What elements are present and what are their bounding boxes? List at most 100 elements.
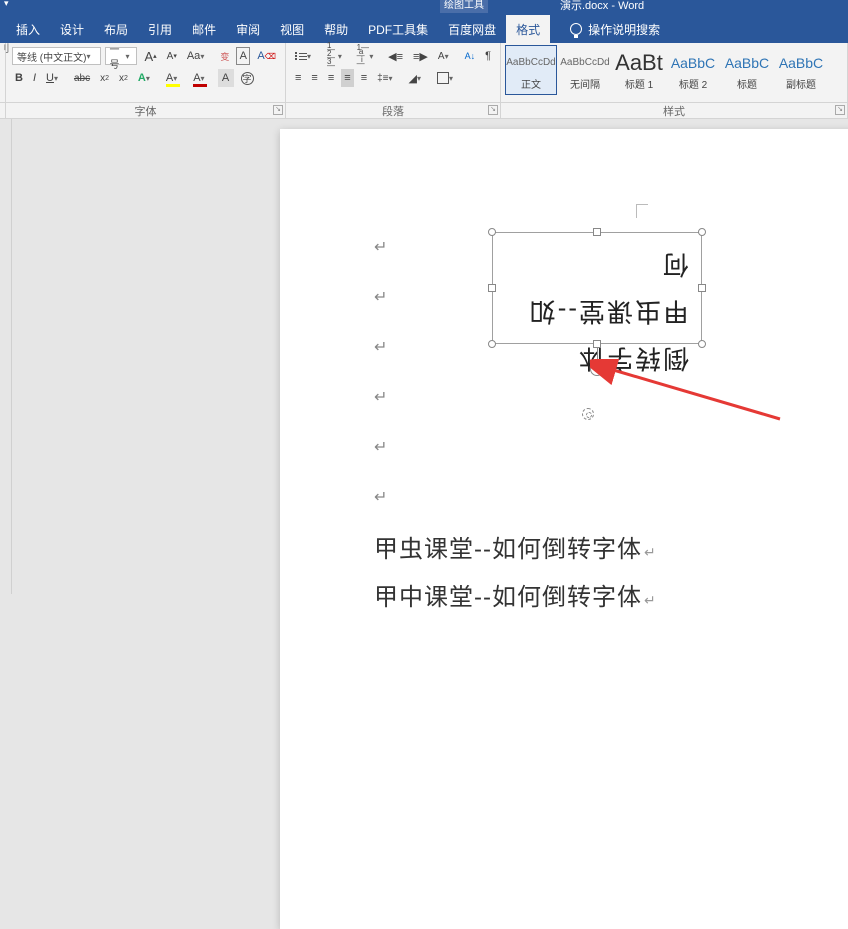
phonetic-guide-button[interactable]: 变 [217, 47, 232, 65]
bold-button[interactable]: B [12, 69, 26, 87]
asian-layout-button[interactable]: A▾ [435, 47, 458, 65]
resize-handle-se[interactable] [698, 340, 706, 348]
decrease-indent-button[interactable]: ◀≡ [385, 47, 406, 65]
group-labels: 字体↘ 段落↘ 样式↘ [0, 103, 848, 119]
style-no-spacing[interactable]: AaBbCcDd 无间隔 [559, 45, 611, 95]
tab-design[interactable]: 设计 [50, 15, 94, 44]
align-center-icon: ≡ [311, 72, 317, 84]
style-name-label: 副标题 [786, 76, 816, 91]
show-hide-marks-button[interactable]: ¶ [482, 47, 494, 65]
text-box[interactable]: 倒转字体 甲虫课堂--如何 ⟲ [492, 232, 702, 344]
document-text-line[interactable]: 甲中课堂--如何倒转字体↵ [374, 577, 657, 612]
multilevel-list-button[interactable]: 1— a— i—▾ [354, 47, 382, 65]
dialog-launcher-icon[interactable]: ↘ [273, 105, 283, 115]
sort-button[interactable]: A↓ [462, 47, 479, 65]
line-spacing-button[interactable]: ‡≡▾ [374, 69, 401, 87]
tab-pdf-tools[interactable]: PDF工具集 [358, 15, 438, 44]
char-border-button[interactable]: A [236, 47, 250, 65]
paragraph-mark-icon: ↵ [644, 544, 657, 560]
style-preview: AaBbC [671, 50, 715, 76]
shrink-font-button[interactable]: A▾ [164, 47, 180, 65]
distribute-button[interactable]: ≡ [358, 69, 370, 87]
highlight-button[interactable]: A▾ [163, 69, 186, 87]
style-subtitle[interactable]: AaBbC 副标题 [775, 45, 827, 95]
lightbulb-icon [570, 23, 582, 35]
text-effects-button[interactable]: A▾ [135, 69, 159, 87]
tab-view[interactable]: 视图 [270, 15, 314, 44]
document-area[interactable]: ↵ ↵ ↵ ↵ ↵ ↵ 倒转字体 甲虫课堂--如何 ⟲ [0, 119, 848, 594]
align-right-icon: ≡ [328, 72, 334, 84]
tab-help[interactable]: 帮助 [314, 15, 358, 44]
style-heading-1[interactable]: AaBt 标题 1 [613, 45, 665, 95]
rotation-stem [597, 348, 598, 362]
enclosed-char-button[interactable]: 字 [238, 69, 257, 87]
dialog-launcher-icon[interactable]: ↘ [835, 105, 845, 115]
char-shading-button[interactable]: A [218, 69, 234, 87]
document-page[interactable]: ↵ ↵ ↵ ↵ ↵ ↵ 倒转字体 甲虫课堂--如何 ⟲ [280, 129, 848, 929]
indent-icon: ≡▶ [413, 50, 428, 63]
qat-dropdown-icon[interactable]: ▾ [4, 0, 14, 8]
style-name-label: 标题 [737, 76, 757, 91]
tab-review[interactable]: 审阅 [226, 15, 270, 44]
font-group: 等线 (中文正文)▾ 一号▾ A▴ A▾ Aa▾ 变 A A⌫ B I U▾ a… [6, 43, 286, 102]
tab-references[interactable]: 引用 [138, 15, 182, 44]
document-title: 演示.docx - Word [560, 0, 644, 13]
style-name-label: 正文 [521, 76, 541, 91]
resize-handle-n[interactable] [593, 228, 601, 236]
style-heading-2[interactable]: AaBbC 标题 2 [667, 45, 719, 95]
resize-handle-w[interactable] [488, 284, 496, 292]
ribbon-tabs: 插入 设计 布局 引用 邮件 审阅 视图 帮助 PDF工具集 百度网盘 格式 操… [0, 15, 848, 43]
font-color-button[interactable]: A▾ [190, 69, 213, 87]
underline-button[interactable]: U▾ [43, 69, 67, 87]
align-left-button[interactable]: ≡ [292, 69, 304, 87]
tab-layout[interactable]: 布局 [94, 15, 138, 44]
resize-handle-ne[interactable] [698, 228, 706, 236]
tab-format[interactable]: 格式 [506, 15, 550, 44]
align-left-icon: ≡ [295, 77, 301, 80]
paragraph-mark: ↵ [374, 387, 387, 407]
paragraph-mark: ↵ [374, 437, 387, 457]
paragraph-mark-icon: ↵ [644, 592, 657, 608]
paragraph-mark: ↵ [374, 237, 387, 257]
style-preview: AaBbC [779, 50, 823, 76]
change-case-button[interactable]: Aa▾ [184, 47, 213, 65]
justify-button[interactable]: ≡ [341, 69, 353, 87]
anchor-icon [582, 408, 594, 420]
resize-handle-e[interactable] [698, 284, 706, 292]
numbering-button[interactable]: 1—2—3—▾ [324, 47, 350, 65]
style-normal[interactable]: AaBbCcDd 正文 [505, 45, 557, 95]
grow-font-button[interactable]: A▴ [141, 47, 159, 65]
paragraph-group-label: 段落↘ [286, 103, 501, 118]
outdent-icon: ◀≡ [388, 50, 403, 63]
tab-mailings[interactable]: 邮件 [182, 15, 226, 44]
strikethrough-button[interactable]: abc [71, 69, 93, 87]
bullets-button[interactable]: ▾ [292, 47, 320, 65]
document-text-line[interactable]: 甲虫课堂--如何倒转字体↵ [374, 529, 657, 564]
increase-indent-button[interactable]: ≡▶ [410, 47, 431, 65]
tab-baidu-netdisk[interactable]: 百度网盘 [438, 15, 506, 44]
styles-gallery[interactable]: AaBbCcDd 正文 AaBbCcDd 无间隔 AaBt 标题 1 AaBbC… [501, 43, 847, 97]
shading-button[interactable]: ◢▾ [406, 69, 430, 87]
rotation-handle[interactable]: ⟲ [590, 362, 604, 376]
style-title[interactable]: AaBbC 标题 [721, 45, 773, 95]
paragraph-group: ▾ 1—2—3—▾ 1— a— i—▾ ◀≡ ≡▶ A▾ A↓ ¶ ≡ ≡ ≡ … [286, 43, 501, 102]
resize-handle-nw[interactable] [488, 228, 496, 236]
align-center-button[interactable]: ≡ [308, 69, 320, 87]
font-size-combo[interactable]: 一号▾ [105, 47, 137, 65]
vertical-ruler[interactable] [0, 119, 12, 594]
italic-button[interactable]: I [30, 69, 39, 87]
font-name-combo[interactable]: 等线 (中文正文)▾ [12, 47, 101, 65]
tab-insert[interactable]: 插入 [6, 15, 50, 44]
tell-me-search[interactable]: 操作说明搜索 [570, 21, 660, 38]
clear-formatting-button[interactable]: A⌫ [254, 47, 279, 65]
align-right-button[interactable]: ≡ [325, 69, 337, 87]
superscript-button[interactable]: x2 [116, 69, 131, 87]
quick-access-toolbar: ▾ [4, 0, 14, 8]
dialog-launcher-icon[interactable]: ↘ [488, 105, 498, 115]
borders-button[interactable]: ▾ [434, 69, 462, 87]
resize-handle-sw[interactable] [488, 340, 496, 348]
textbox-line-2: 甲虫课堂--如何 [505, 241, 689, 335]
subscript-button[interactable]: x2 [97, 69, 112, 87]
paragraph-mark: ↵ [374, 287, 387, 307]
resize-handle-s[interactable] [593, 340, 601, 348]
